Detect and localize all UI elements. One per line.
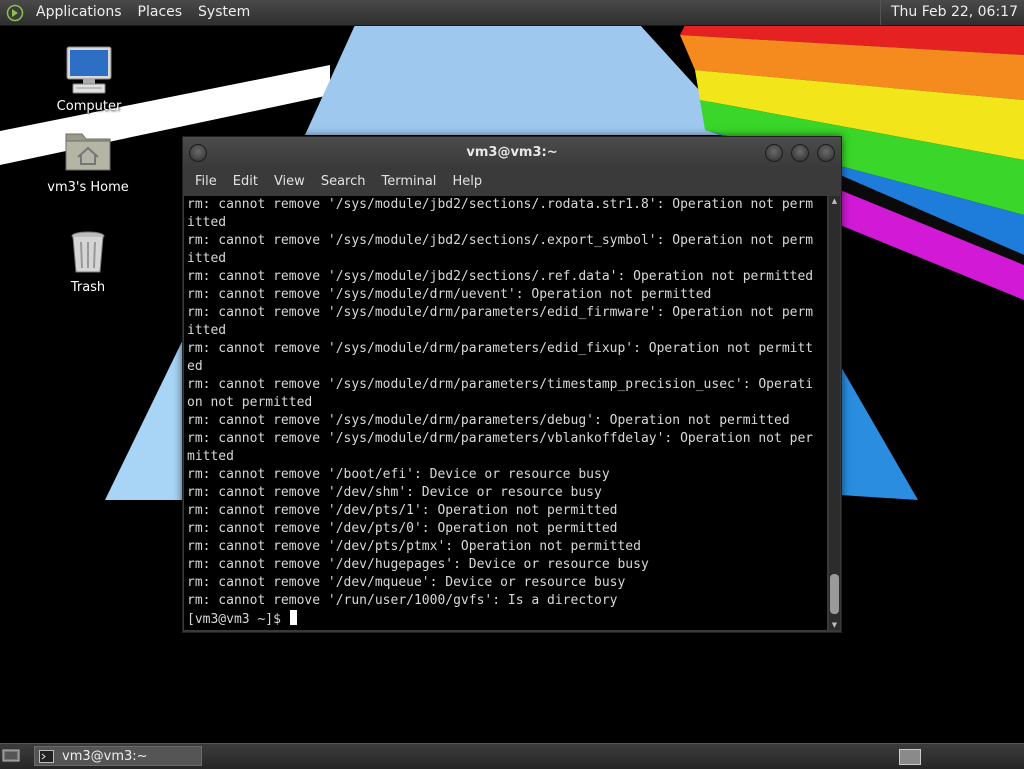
minimize-button[interactable] [765,144,783,162]
terminal-output-line: rm: cannot remove '/dev/mqueue': Device … [187,575,626,590]
desktop-icon-trash[interactable]: Trash [43,226,133,295]
terminal-output-line: rm: cannot remove '/sys/module/drm/param… [187,377,814,392]
terminal-output-line: on not permitted [187,395,313,410]
applications-menu[interactable]: Applications [28,0,130,25]
text-cursor [289,610,297,625]
menu-file[interactable]: File [187,169,225,195]
terminal-output-line: rm: cannot remove '/sys/module/drm/param… [187,305,814,320]
terminal-window: vm3@vm3:~ File Edit View Search Terminal… [182,136,842,633]
shell-prompt: [vm3@vm3 ~]$ [187,612,289,627]
scroll-down-arrow-icon[interactable]: ▼ [829,620,840,630]
taskbar-window-label: vm3@vm3:~ [62,748,148,764]
terminal-icon [39,749,54,763]
workspace-switcher[interactable] [899,749,921,765]
desktop-icon-label: Computer [56,99,122,114]
home-folder-icon [62,126,114,178]
terminal-output-line: rm: cannot remove '/dev/shm': Device or … [187,485,602,500]
terminal-output-line: rm: cannot remove '/sys/module/drm/param… [187,413,790,428]
distro-logo-icon[interactable] [6,4,24,22]
maximize-button[interactable] [791,144,809,162]
show-desktop-icon[interactable] [2,748,20,764]
terminal-scrollbar[interactable]: ▲ ▼ [829,196,840,630]
terminal-output-line: rm: cannot remove '/sys/module/jbd2/sect… [187,197,814,212]
scrollbar-thumb[interactable] [830,574,839,614]
terminal-output-line: rm: cannot remove '/sys/module/drm/param… [187,341,814,356]
menu-view[interactable]: View [266,169,313,195]
window-titlebar[interactable]: vm3@vm3:~ [183,137,841,169]
menu-terminal[interactable]: Terminal [373,169,444,195]
desktop-icon-home[interactable]: vm3's Home [43,126,133,195]
terminal-prompt-line[interactable]: [vm3@vm3 ~]$ [184,610,827,629]
terminal-output-line: rm: cannot remove '/sys/module/jbd2/sect… [187,269,814,284]
terminal-output-line: rm: cannot remove '/boot/efi': Device or… [187,467,610,482]
terminal-output[interactable]: rm: cannot remove '/sys/module/jbd2/sect… [184,196,827,630]
terminal-output-line: rm: cannot remove '/run/user/1000/gvfs':… [187,593,618,608]
bottom-panel: vm3@vm3:~ [0,743,1024,769]
terminal-output-line: rm: cannot remove '/sys/module/drm/ueven… [187,287,712,302]
desktop-icon-computer[interactable]: Computer [44,45,134,114]
window-title: vm3@vm3:~ [466,145,558,160]
desktop-icon-label: vm3's Home [47,180,129,195]
menu-help[interactable]: Help [444,169,490,195]
taskbar-window-button[interactable]: vm3@vm3:~ [34,746,202,766]
terminal-output-line: rm: cannot remove '/sys/module/drm/param… [187,431,814,446]
system-menu[interactable]: System [190,0,258,25]
places-menu[interactable]: Places [130,0,191,25]
terminal-output-line: rm: cannot remove '/sys/module/jbd2/sect… [187,233,814,248]
clock[interactable]: Thu Feb 22, 06:17 [879,0,1024,25]
window-menu-button[interactable] [189,144,207,162]
terminal-output-line: ed [187,359,203,374]
terminal-output-line: itted [187,323,227,338]
top-panel: Applications Places System Thu Feb 22, 0… [0,0,1024,26]
trash-icon [62,226,114,278]
terminal-output-line: itted [187,215,227,230]
scroll-up-arrow-icon[interactable]: ▲ [829,196,840,206]
computer-icon [63,45,115,97]
terminal-output-line: itted [187,251,227,266]
terminal-output-line: mitted [187,449,234,464]
menu-search[interactable]: Search [313,169,374,195]
terminal-output-line: rm: cannot remove '/dev/hugepages': Devi… [187,557,649,572]
terminal-menubar: File Edit View Search Terminal Help [183,169,841,195]
terminal-output-line: rm: cannot remove '/dev/pts/1': Operatio… [187,503,618,518]
terminal-output-line: rm: cannot remove '/dev/pts/0': Operatio… [187,521,618,536]
menu-edit[interactable]: Edit [225,169,266,195]
terminal-output-line: rm: cannot remove '/dev/pts/ptmx': Opera… [187,539,641,554]
desktop-icon-label: Trash [70,280,106,295]
close-button[interactable] [817,144,835,162]
